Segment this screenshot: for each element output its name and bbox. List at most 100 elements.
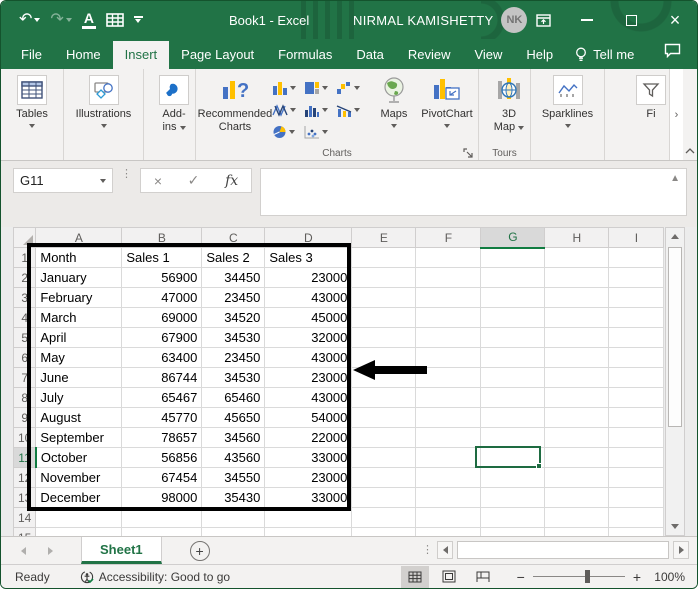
tab-formulas[interactable]: Formulas bbox=[266, 41, 344, 69]
cell-F8[interactable] bbox=[415, 387, 482, 408]
cell-F14[interactable] bbox=[415, 507, 482, 528]
charts-dialog-launcher-icon[interactable] bbox=[463, 146, 475, 158]
cell-D6[interactable]: 43000 bbox=[264, 347, 353, 368]
redo-icon[interactable]: ↷ bbox=[50, 11, 72, 28]
cell-I9[interactable] bbox=[608, 407, 665, 428]
formula-bar-splitter[interactable]: ⋮ bbox=[121, 168, 132, 180]
cell-C2[interactable]: 34450 bbox=[201, 267, 266, 288]
cell-C8[interactable]: 65460 bbox=[201, 387, 266, 408]
font-color-icon[interactable]: A bbox=[81, 10, 96, 30]
cell-I11[interactable] bbox=[608, 447, 665, 468]
cell-H10[interactable] bbox=[544, 427, 610, 448]
cell-B10[interactable]: 78657 bbox=[121, 427, 203, 448]
cell-H2[interactable] bbox=[544, 267, 610, 288]
row-header-8[interactable]: 8 bbox=[12, 387, 37, 408]
cell-E9[interactable] bbox=[351, 407, 417, 428]
collapse-ribbon-icon[interactable] bbox=[683, 142, 697, 160]
cell-G5[interactable] bbox=[480, 327, 546, 348]
cell-A6[interactable]: May bbox=[35, 347, 123, 368]
cell-E15[interactable] bbox=[351, 527, 417, 536]
cell-I6[interactable] bbox=[608, 347, 665, 368]
cell-E14[interactable] bbox=[351, 507, 417, 528]
tables-button[interactable]: Tables bbox=[5, 73, 59, 130]
formula-input[interactable]: ▲ bbox=[260, 168, 687, 216]
cell-H5[interactable] bbox=[544, 327, 610, 348]
cell-B8[interactable]: 65467 bbox=[121, 387, 203, 408]
cell-I1[interactable] bbox=[608, 247, 665, 268]
scroll-up-icon[interactable] bbox=[666, 228, 684, 245]
cell-E8[interactable] bbox=[351, 387, 417, 408]
cell-G6[interactable] bbox=[480, 347, 546, 368]
cell-E2[interactable] bbox=[351, 267, 417, 288]
cell-C14[interactable] bbox=[201, 507, 266, 528]
cell-A4[interactable]: March bbox=[35, 307, 123, 328]
cell-E11[interactable] bbox=[351, 447, 417, 468]
zoom-slider[interactable] bbox=[532, 570, 625, 583]
line-chart-button[interactable] bbox=[272, 99, 302, 121]
cell-B7[interactable]: 86744 bbox=[121, 367, 203, 388]
cell-E7[interactable] bbox=[351, 367, 417, 388]
select-all-corner[interactable] bbox=[12, 227, 37, 248]
scroll-right-icon[interactable] bbox=[673, 541, 689, 559]
normal-view-button[interactable] bbox=[400, 565, 429, 588]
sparklines-button[interactable]: Sparklines bbox=[535, 73, 600, 130]
cell-F12[interactable] bbox=[415, 467, 482, 488]
cell-H4[interactable] bbox=[544, 307, 610, 328]
column-header-H[interactable]: H bbox=[544, 227, 610, 248]
bar-chart-button[interactable] bbox=[304, 99, 334, 121]
cell-C7[interactable]: 34530 bbox=[201, 367, 266, 388]
cell-G4[interactable] bbox=[480, 307, 546, 328]
cell-F11[interactable] bbox=[415, 447, 482, 468]
comments-icon[interactable] bbox=[664, 43, 681, 63]
cell-E1[interactable] bbox=[351, 247, 417, 268]
row-header-13[interactable]: 13 bbox=[12, 487, 37, 508]
next-sheet-icon[interactable] bbox=[48, 546, 53, 555]
cell-F9[interactable] bbox=[415, 407, 482, 428]
cell-G11[interactable] bbox=[480, 447, 546, 468]
cell-H3[interactable] bbox=[544, 287, 610, 308]
page-break-view-button[interactable] bbox=[469, 566, 497, 588]
cell-D3[interactable]: 43000 bbox=[264, 287, 353, 308]
row-header-9[interactable]: 9 bbox=[12, 407, 37, 428]
cell-I15[interactable] bbox=[608, 527, 665, 536]
cell-B2[interactable]: 56900 bbox=[121, 267, 203, 288]
cell-E13[interactable] bbox=[351, 487, 417, 508]
cell-C11[interactable]: 43560 bbox=[201, 447, 266, 468]
cell-I12[interactable] bbox=[608, 467, 665, 488]
row-header-1[interactable]: 1 bbox=[12, 247, 37, 268]
row-header-12[interactable]: 12 bbox=[12, 467, 37, 488]
cell-A3[interactable]: February bbox=[35, 287, 123, 308]
pie-chart-button[interactable] bbox=[272, 121, 302, 143]
cell-B15[interactable] bbox=[121, 527, 203, 536]
cell-F5[interactable] bbox=[415, 327, 482, 348]
cell-G12[interactable] bbox=[480, 467, 546, 488]
row-header-5[interactable]: 5 bbox=[12, 327, 37, 348]
cell-C5[interactable]: 34530 bbox=[201, 327, 266, 348]
vertical-scrollbar[interactable] bbox=[665, 227, 685, 536]
row-header-6[interactable]: 6 bbox=[12, 347, 37, 368]
cell-I13[interactable] bbox=[608, 487, 665, 508]
horizontal-scroll-thumb[interactable] bbox=[457, 541, 669, 559]
cell-B14[interactable] bbox=[121, 507, 203, 528]
waterfall-chart-button[interactable] bbox=[336, 77, 366, 99]
cell-H12[interactable] bbox=[544, 467, 610, 488]
cell-F3[interactable] bbox=[415, 287, 482, 308]
cell-B6[interactable]: 63400 bbox=[121, 347, 203, 368]
cell-F2[interactable] bbox=[415, 267, 482, 288]
cell-D7[interactable]: 23000 bbox=[264, 367, 353, 388]
tab-page-layout[interactable]: Page Layout bbox=[169, 41, 266, 69]
cell-G7[interactable] bbox=[480, 367, 546, 388]
cell-G8[interactable] bbox=[480, 387, 546, 408]
column-header-E[interactable]: E bbox=[351, 227, 417, 248]
accessibility-status[interactable]: Accessibility: Good to go bbox=[80, 570, 230, 584]
cell-H6[interactable] bbox=[544, 347, 610, 368]
cell-D14[interactable] bbox=[264, 507, 353, 528]
cell-B11[interactable]: 56856 bbox=[121, 447, 203, 468]
cell-C6[interactable]: 23450 bbox=[201, 347, 266, 368]
row-header-15[interactable]: 15 bbox=[12, 527, 37, 536]
tab-data[interactable]: Data bbox=[344, 41, 395, 69]
cell-E6[interactable] bbox=[351, 347, 417, 368]
cell-B5[interactable]: 67900 bbox=[121, 327, 203, 348]
customize-qat-icon[interactable] bbox=[133, 16, 143, 24]
cell-E3[interactable] bbox=[351, 287, 417, 308]
